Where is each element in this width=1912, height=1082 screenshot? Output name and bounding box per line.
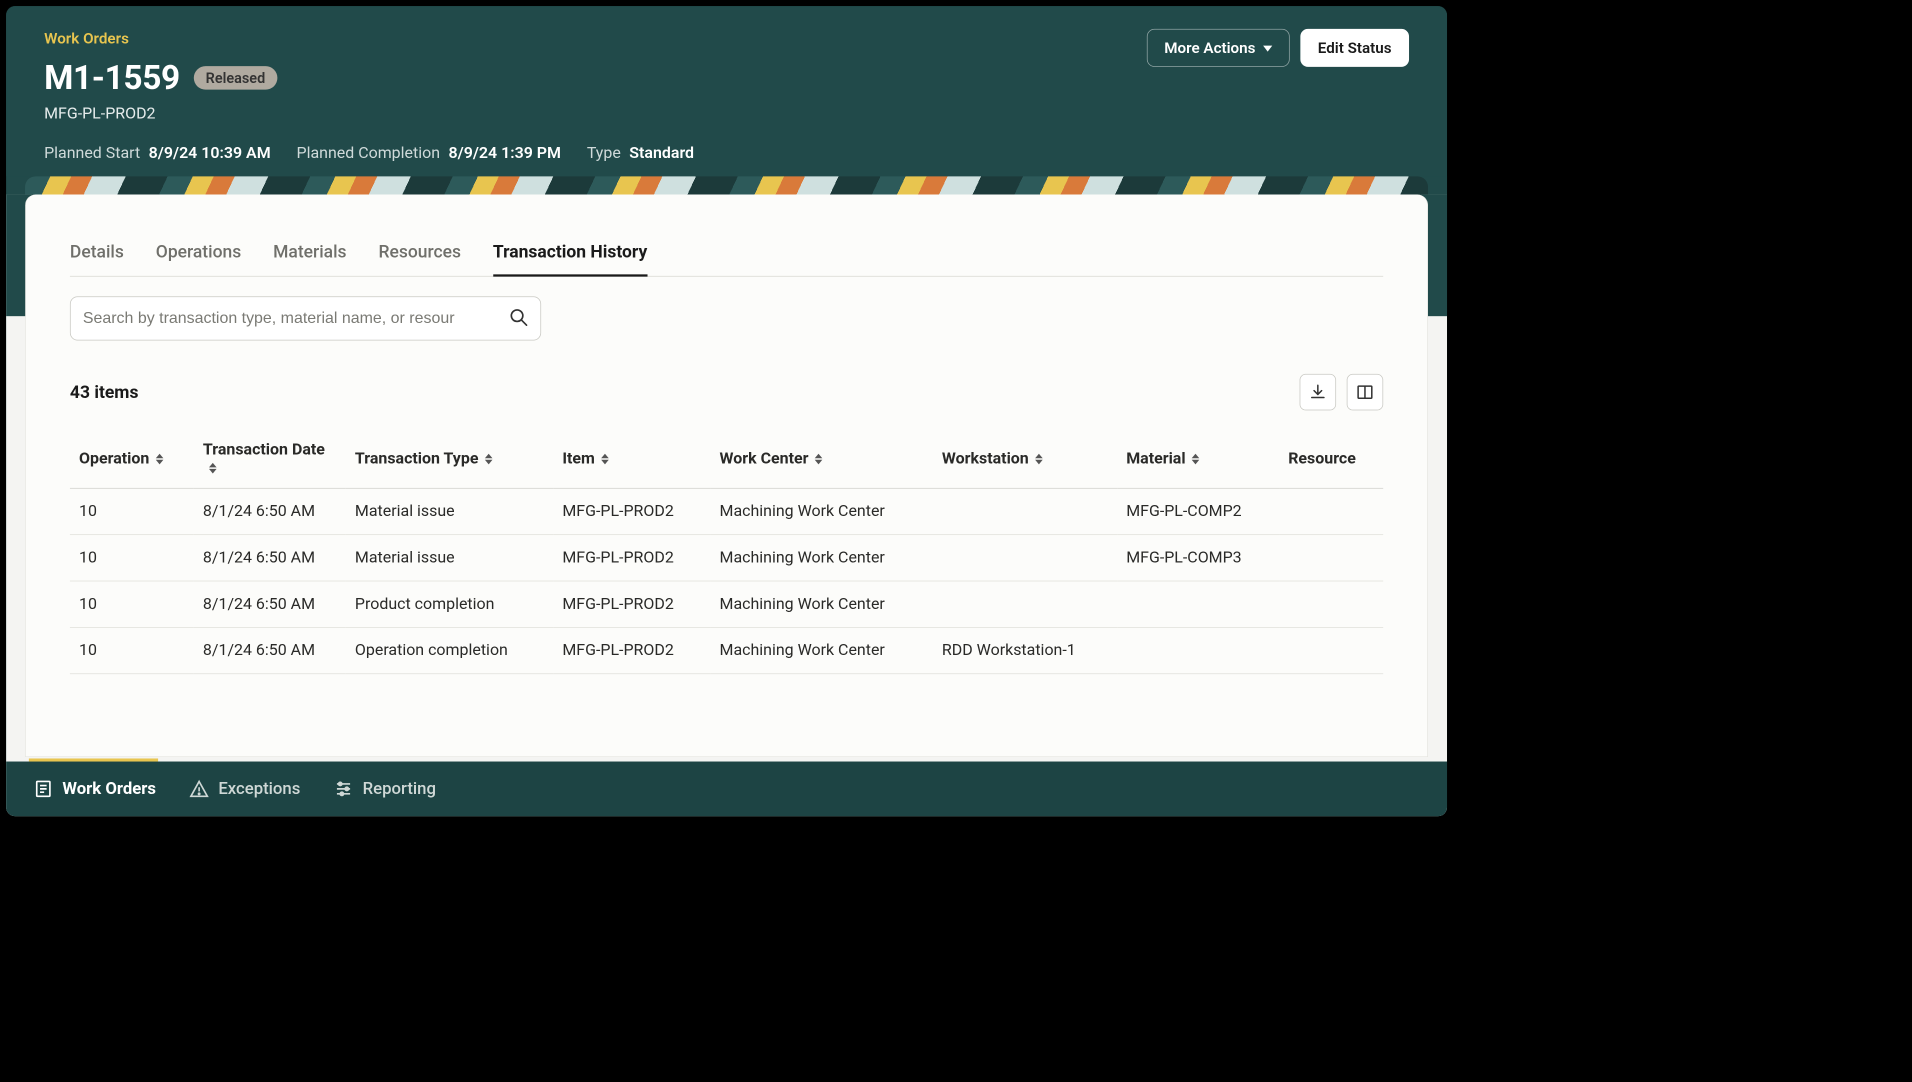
- nav-exceptions-label: Exceptions: [218, 779, 300, 798]
- nav-reporting-label: Reporting: [363, 779, 436, 798]
- col-work-center[interactable]: Work Center: [710, 430, 932, 488]
- download-icon: [1309, 383, 1327, 401]
- table-row[interactable]: 10 8/1/24 6:50 AM Material issue MFG-PL-…: [70, 488, 1383, 534]
- edit-status-label: Edit Status: [1318, 39, 1392, 57]
- tab-details[interactable]: Details: [70, 242, 124, 276]
- col-transaction-date[interactable]: Transaction Date: [194, 430, 346, 488]
- page-subtitle: MFG-PL-PROD2: [44, 105, 277, 123]
- search-input[interactable]: [83, 309, 509, 327]
- settings-sliders-icon: [334, 779, 354, 799]
- nav-active-indicator: [29, 758, 158, 761]
- columns-button[interactable]: [1347, 374, 1383, 410]
- col-transaction-type[interactable]: Transaction Type: [346, 430, 553, 488]
- col-item[interactable]: Item: [553, 430, 710, 488]
- bottom-nav: Work Orders Exceptions Reporting: [6, 762, 1447, 817]
- page-header: Work Orders M1-1559 Released MFG-PL-PROD…: [6, 6, 1447, 176]
- download-button[interactable]: [1300, 374, 1336, 410]
- page-title: M1-1559: [44, 58, 180, 98]
- tab-transaction-history[interactable]: Transaction History: [493, 242, 647, 277]
- nav-reporting[interactable]: Reporting: [334, 779, 436, 799]
- columns-icon: [1356, 383, 1374, 401]
- breadcrumb[interactable]: Work Orders: [44, 29, 129, 47]
- type-label: Type: [587, 144, 621, 162]
- item-count: 43 items: [70, 382, 139, 403]
- sort-icon: [815, 454, 823, 465]
- content-area: Details Operations Materials Resources T…: [6, 195, 1447, 817]
- sort-icon: [485, 454, 493, 465]
- sort-icon: [601, 454, 609, 465]
- planned-completion-value: 8/9/24 1:39 PM: [449, 144, 561, 162]
- tab-resources[interactable]: Resources: [378, 242, 461, 276]
- table-row[interactable]: 10 8/1/24 6:50 AM Material issue MFG-PL-…: [70, 535, 1383, 581]
- more-actions-button[interactable]: More Actions: [1147, 29, 1290, 67]
- status-badge: Released: [193, 66, 277, 90]
- content-card: Details Operations Materials Resources T…: [25, 195, 1428, 757]
- transaction-table: Operation Transaction Date Transaction T…: [70, 430, 1383, 674]
- tabs: Details Operations Materials Resources T…: [70, 242, 1383, 277]
- header-meta: Planned Start 8/9/24 10:39 AM Planned Co…: [44, 144, 1409, 162]
- nav-work-orders[interactable]: Work Orders: [33, 779, 156, 799]
- warning-icon: [189, 779, 209, 799]
- tab-materials[interactable]: Materials: [273, 242, 346, 276]
- type-value: Standard: [629, 144, 694, 162]
- sort-icon: [209, 463, 217, 474]
- nav-work-orders-label: Work Orders: [62, 779, 156, 798]
- table-row[interactable]: 10 8/1/24 6:50 AM Operation completion M…: [70, 627, 1383, 673]
- planned-start-label: Planned Start: [44, 144, 140, 162]
- planned-completion-label: Planned Completion: [297, 144, 440, 162]
- sort-icon: [1192, 454, 1200, 465]
- col-workstation[interactable]: Workstation: [933, 430, 1117, 488]
- decorative-banner: [25, 176, 1428, 194]
- search-box[interactable]: [70, 296, 541, 340]
- col-material[interactable]: Material: [1117, 430, 1279, 488]
- sort-icon: [1035, 454, 1043, 465]
- sort-icon: [155, 454, 163, 465]
- more-actions-label: More Actions: [1164, 39, 1255, 57]
- tab-operations[interactable]: Operations: [156, 242, 241, 276]
- nav-exceptions[interactable]: Exceptions: [189, 779, 300, 799]
- edit-status-button[interactable]: Edit Status: [1300, 29, 1409, 67]
- document-icon: [33, 779, 53, 799]
- planned-start-value: 8/9/24 10:39 AM: [149, 144, 271, 162]
- col-operation[interactable]: Operation: [70, 430, 194, 488]
- chevron-down-icon: [1263, 46, 1272, 52]
- table-row[interactable]: 10 8/1/24 6:50 AM Product completion MFG…: [70, 581, 1383, 627]
- search-icon: [508, 307, 528, 330]
- col-resource[interactable]: Resource: [1279, 430, 1383, 488]
